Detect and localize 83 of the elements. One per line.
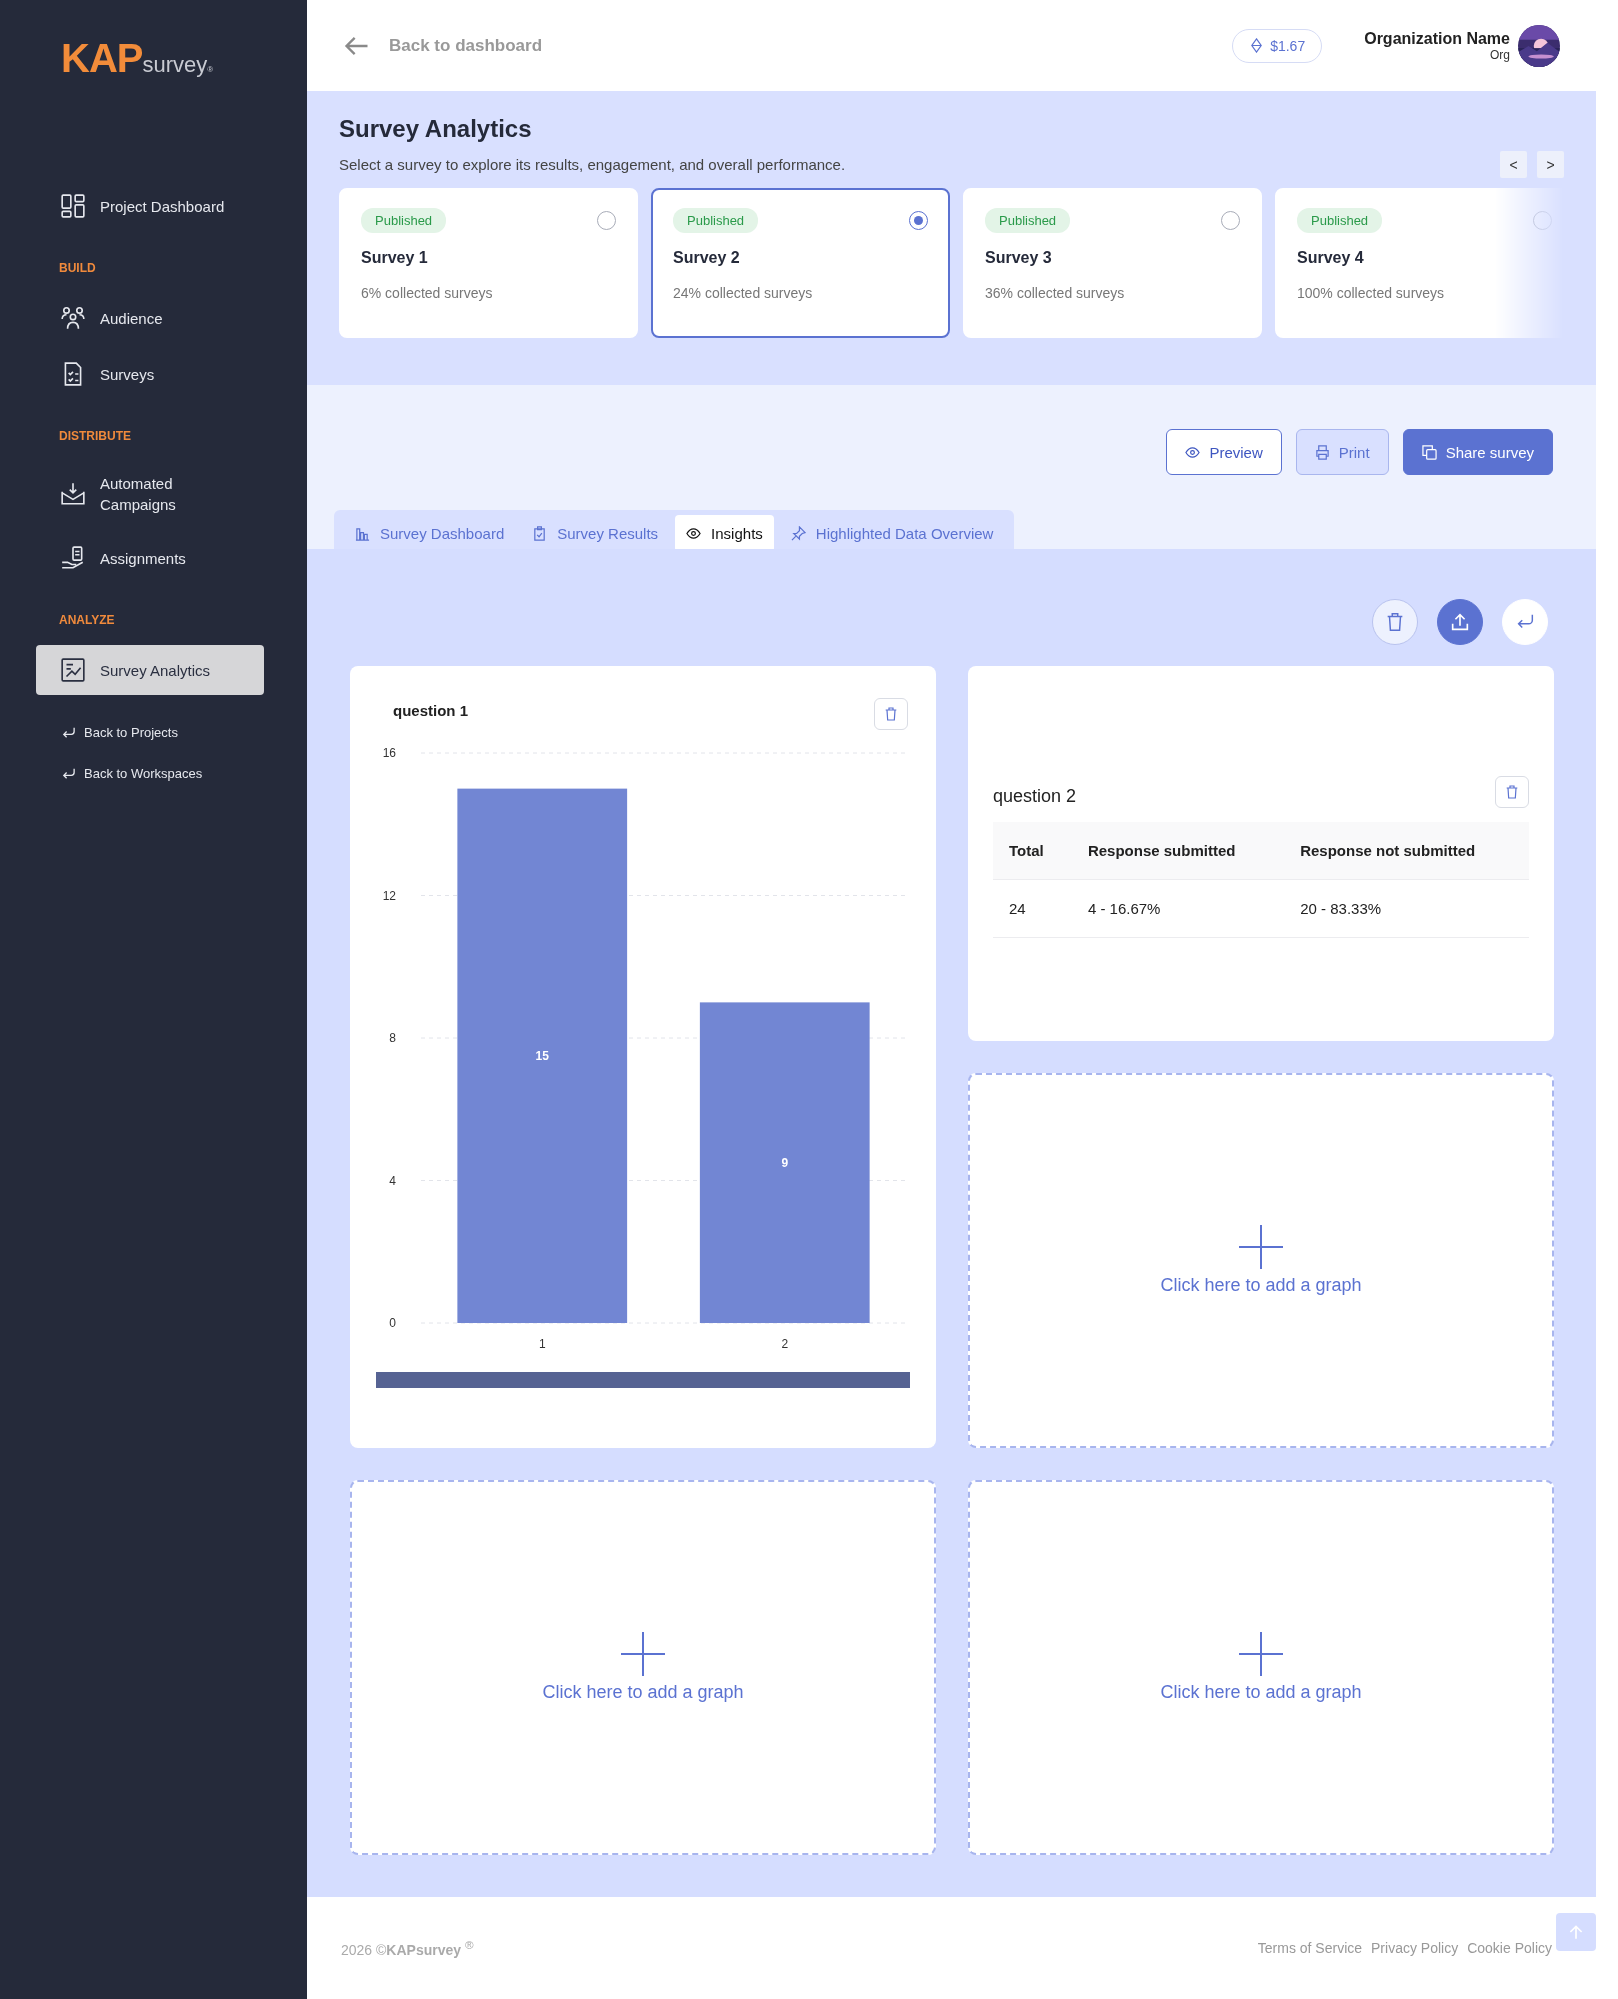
plus-icon	[621, 1631, 665, 1676]
column-header: Total	[993, 821, 1072, 880]
people-icon	[60, 305, 86, 331]
nav-item[interactable]: Audience	[36, 293, 264, 343]
status-badge: Published	[1297, 208, 1383, 234]
survey-card[interactable]: Published Survey 3 36% collected surveys	[963, 188, 1262, 339]
add-graph-text: Click here to add a graph	[1160, 1681, 1362, 1703]
tab[interactable]: Insights	[675, 514, 774, 552]
status-badge: Published	[985, 208, 1071, 234]
status-badge: Published	[361, 208, 447, 234]
data-label: 15	[535, 1048, 549, 1063]
organization-name: Organization Name	[1364, 29, 1510, 48]
back-link[interactable]: Back to Workspaces	[61, 766, 307, 781]
printer-icon	[1314, 444, 1330, 460]
eye-icon	[686, 525, 702, 541]
nav-item[interactable]: Surveys	[36, 349, 264, 399]
preview-button[interactable]: Preview	[1166, 429, 1282, 476]
nav-item[interactable]: Survey Analytics	[36, 645, 264, 695]
previous-button[interactable]: <	[1500, 151, 1527, 179]
share-button[interactable]: Share survey	[1402, 429, 1553, 476]
survey-card[interactable]: Published Survey 1 6% collected surveys	[339, 188, 638, 339]
axis-label: 0	[389, 1315, 396, 1330]
delete-button[interactable]	[874, 697, 908, 730]
survey-name: Survey 4	[1297, 249, 1365, 268]
survey-name: Survey 3	[985, 249, 1053, 268]
page-title: Survey Analytics	[339, 115, 533, 144]
column-header: Response not submitted	[1284, 821, 1529, 880]
nav-item[interactable]: Project Dashboard	[36, 181, 264, 231]
table-cell: 24	[993, 879, 1072, 938]
plus-icon	[1239, 1631, 1283, 1676]
back-link[interactable]: Back to Projects	[61, 725, 307, 740]
delete-button[interactable]	[1372, 598, 1418, 645]
organization-role: Org	[1489, 47, 1510, 62]
axis-label: 4	[389, 1173, 396, 1188]
survey-card[interactable]: Published Survey 2 24% collected surveys	[651, 188, 950, 339]
axis-label: 2	[781, 1336, 789, 1351]
pin-icon	[790, 525, 806, 541]
section-heading: DISTRIBUTE	[59, 429, 132, 443]
axis-label: 1	[538, 1336, 546, 1351]
collected-text: 36% collected surveys	[985, 285, 1126, 302]
add-graph-placeholder[interactable]: Click here to add a graph	[350, 1479, 936, 1855]
data-label: 9	[781, 1155, 789, 1170]
chart-range-bar[interactable]	[376, 1371, 910, 1388]
inbox-icon	[60, 481, 86, 507]
export-button[interactable]	[1437, 598, 1483, 645]
table-cell: 4 - 16.67%	[1071, 879, 1285, 938]
chart-title: question 1	[393, 701, 468, 719]
eye-icon	[1185, 444, 1201, 460]
collected-text: 6% collected surveys	[361, 285, 494, 302]
status-badge: Published	[673, 208, 759, 234]
page-subtitle: Select a survey to explore its results, engagement, and overall performance.	[339, 156, 847, 174]
section-heading: BUILD	[59, 261, 97, 275]
add-graph-text: Click here to add a graph	[1160, 1274, 1362, 1296]
axis-label: 8	[389, 1030, 396, 1045]
survey-name: Survey 2	[673, 249, 741, 268]
axis-label: 12	[382, 888, 396, 903]
bar-chart-icon	[355, 525, 370, 541]
hand-icon	[60, 545, 86, 571]
add-graph-placeholder[interactable]: Click here to add a graph	[968, 1072, 1554, 1448]
nav-item[interactable]: Assignments	[36, 533, 264, 583]
grid-icon	[60, 193, 86, 219]
collected-text: 100% collected surveys	[1297, 285, 1446, 302]
table-cell: 20 - 83.33%	[1284, 879, 1529, 938]
next-button[interactable]: >	[1537, 151, 1564, 179]
add-graph-text: Click here to add a graph	[542, 1681, 744, 1703]
column-header: Response submitted	[1071, 821, 1285, 880]
survey-name: Survey 1	[361, 249, 429, 268]
nav-item[interactable]: Automated Campaigns	[36, 461, 264, 527]
return-arrow-icon	[61, 725, 76, 740]
collected-text: 24% collected surveys	[673, 285, 814, 302]
delete-button[interactable]	[1495, 775, 1529, 808]
chart-icon	[60, 657, 86, 683]
diamond-icon	[1249, 38, 1265, 54]
add-graph-placeholder[interactable]: Click here to add a graph	[968, 1479, 1554, 1855]
plus-icon	[1239, 1224, 1283, 1269]
section-heading: ANALYZE	[59, 613, 116, 627]
axis-label: 16	[382, 745, 396, 760]
copy-icon	[1421, 444, 1437, 460]
copyright: 2026 ©KAPsurvey $^{®}$	[341, 1938, 474, 1958]
undo-button[interactable]	[1502, 598, 1548, 645]
clipboard-icon	[532, 525, 548, 541]
return-arrow-icon	[61, 766, 76, 781]
table-title: question 2	[993, 785, 1077, 807]
